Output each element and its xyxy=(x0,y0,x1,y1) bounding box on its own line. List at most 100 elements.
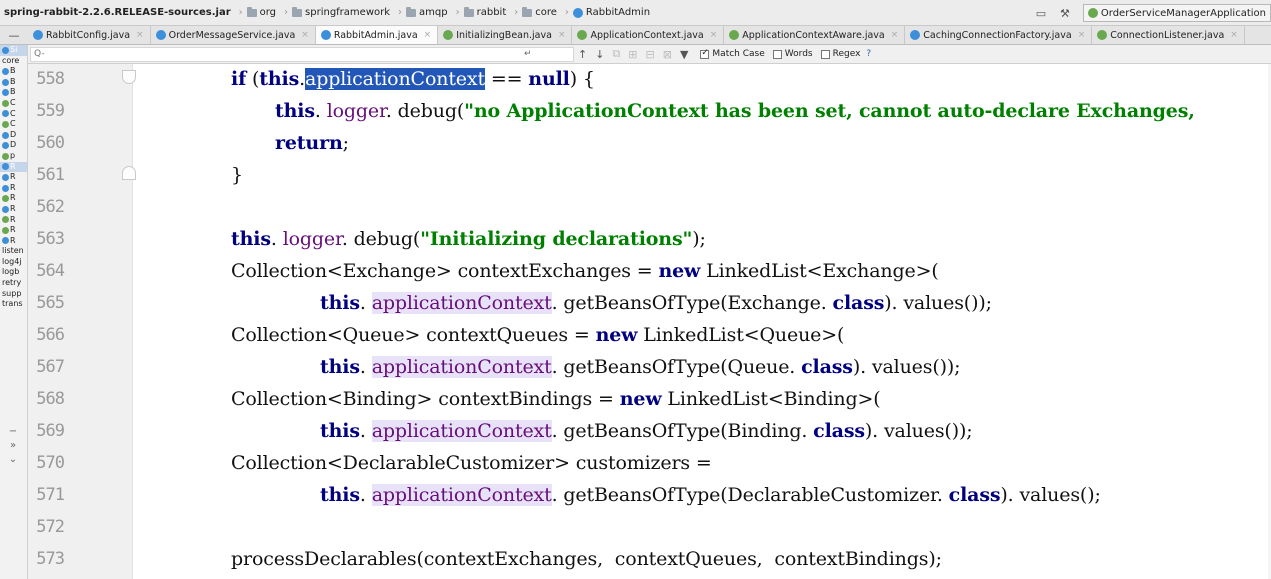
breadcrumb-core[interactable]: core xyxy=(522,6,557,18)
breadcrumb-springframework[interactable]: springframework xyxy=(292,6,390,18)
interface-icon xyxy=(2,195,9,203)
match-case-checkbox[interactable] xyxy=(700,48,710,59)
close-icon[interactable]: × xyxy=(891,30,899,40)
close-icon[interactable]: × xyxy=(1078,30,1086,40)
words-option[interactable]: Words xyxy=(772,49,813,59)
project-tree-item[interactable]: supp xyxy=(0,289,27,300)
chevron-down-icon[interactable]: ⌄ xyxy=(2,453,24,467)
project-tree-item[interactable]: listen xyxy=(0,246,27,257)
project-tree-item[interactable]: C xyxy=(0,119,27,130)
tab-list-menu-icon[interactable]: — xyxy=(0,26,28,44)
project-tree-item[interactable]: R xyxy=(0,161,27,173)
tab-applicationcontext[interactable]: ApplicationContext.java × xyxy=(572,26,725,44)
tab-connectionlistener[interactable]: ConnectionListener.java × xyxy=(1092,26,1245,44)
class-icon xyxy=(2,163,9,171)
project-tree-item[interactable]: B xyxy=(0,66,27,77)
code-line: Collection<DeclarableCustomizer> customi… xyxy=(231,447,712,479)
project-tree-item[interactable]: Si xyxy=(0,45,27,56)
select-all-occurrences-icon[interactable]: ⊠ xyxy=(663,48,672,61)
class-icon xyxy=(2,67,9,75)
tab-rabbitconfig[interactable]: RabbitConfig.java × xyxy=(28,26,151,44)
interface-icon xyxy=(2,99,9,107)
project-tree-item[interactable]: R xyxy=(0,204,27,215)
project-tree-label: D xyxy=(10,129,17,139)
regex-option[interactable]: Regex xyxy=(820,49,860,59)
project-tree-item[interactable]: D xyxy=(0,130,27,141)
code-text: Collection<Exchange> contextExchanges = xyxy=(231,260,659,282)
breadcrumb-rabbitadmin[interactable]: RabbitAdmin xyxy=(572,7,650,18)
tab-initializingbean[interactable]: InitializingBean.java × xyxy=(438,26,573,44)
search-input[interactable] xyxy=(34,49,524,59)
fold-marker-icon[interactable] xyxy=(122,166,136,180)
previous-occurrence-icon[interactable]: ↑ xyxy=(578,48,587,61)
close-icon[interactable]: × xyxy=(1230,30,1238,40)
line-number: 566 xyxy=(36,325,65,345)
project-tree-label: log4j xyxy=(2,256,22,266)
collapse-icon[interactable]: − xyxy=(2,425,24,439)
close-icon[interactable]: × xyxy=(301,30,309,40)
expand-more-icon[interactable]: » xyxy=(2,439,24,453)
code-text: LinkedList<Binding>( xyxy=(661,388,881,410)
tab-ordermessageservice[interactable]: OrderMessageService.java × xyxy=(151,26,316,44)
breadcrumb-org[interactable]: org xyxy=(246,6,276,18)
hammer-icon[interactable]: ⚒ xyxy=(1057,6,1073,20)
project-tree-item[interactable]: B xyxy=(0,87,27,98)
class-icon xyxy=(33,30,43,40)
project-tree-item[interactable]: C xyxy=(0,109,27,120)
project-tree-item[interactable]: C xyxy=(0,98,27,109)
project-tree-item[interactable]: p xyxy=(0,151,27,162)
keyword: this xyxy=(259,68,300,90)
layout-icon[interactable]: ▭ xyxy=(1033,6,1049,20)
keyword: return xyxy=(275,132,343,154)
close-icon[interactable]: × xyxy=(558,30,566,40)
remove-occurrence-icon[interactable]: ⊟ xyxy=(646,48,655,61)
close-icon[interactable]: × xyxy=(710,30,718,40)
next-occurrence-icon[interactable]: ↓ xyxy=(595,48,604,61)
project-tree-item[interactable]: D xyxy=(0,140,27,151)
search-field[interactable]: ↵ xyxy=(30,46,574,62)
add-occurrence-icon[interactable]: ⊞ xyxy=(628,48,637,61)
fold-marker-icon[interactable] xyxy=(122,70,136,84)
class-icon xyxy=(2,173,9,181)
regex-help-link[interactable]: ? xyxy=(866,49,871,59)
code-text: . xyxy=(359,356,372,378)
close-icon[interactable]: × xyxy=(424,30,432,40)
breadcrumb-rabbit[interactable]: rabbit xyxy=(463,6,506,18)
project-tree-item[interactable]: R xyxy=(0,215,27,226)
regex-checkbox[interactable] xyxy=(820,49,830,59)
run-configuration-select[interactable]: OrderServiceManagerApplication xyxy=(1082,4,1271,22)
breadcrumb-jar[interactable]: spring-rabbit-2.2.6.RELEASE-sources.jar xyxy=(4,7,231,18)
tab-label: InitializingBean.java xyxy=(456,29,552,41)
keyword: if xyxy=(231,68,247,90)
find-in-files-icon[interactable]: ⧉ xyxy=(612,47,620,61)
tab-rabbitadmin[interactable]: RabbitAdmin.java × xyxy=(315,26,439,44)
match-case-option[interactable]: Match Case xyxy=(700,48,765,59)
project-tree-item[interactable]: logb xyxy=(0,267,27,278)
project-tree-item[interactable]: R xyxy=(0,225,27,236)
project-tree-item[interactable]: retry xyxy=(0,278,27,289)
project-tree-label: trans xyxy=(2,299,23,309)
breadcrumb-amqp[interactable]: amqp xyxy=(406,6,448,18)
tab-applicationcontextaware[interactable]: ApplicationContextAware.java × xyxy=(724,26,906,44)
code-text: ; xyxy=(342,132,349,154)
project-tree-item[interactable]: core xyxy=(0,56,27,67)
code-text: == xyxy=(484,68,529,90)
code-line: this. applicationContext. getBeansOfType… xyxy=(320,287,992,319)
project-tree-item[interactable]: R xyxy=(0,183,27,194)
project-tree-item[interactable]: R xyxy=(0,193,27,204)
code-text: . debug( xyxy=(341,228,421,250)
line-number: 561 xyxy=(36,165,65,185)
words-checkbox[interactable] xyxy=(772,49,782,59)
tab-cachingconnectionfactory[interactable]: CachingConnectionFactory.java × xyxy=(905,26,1093,44)
project-tree-item[interactable]: log4j xyxy=(0,257,27,268)
project-tree-item[interactable]: R xyxy=(0,236,27,247)
project-tree-label: C xyxy=(10,97,16,107)
code-text: ). values(); xyxy=(1000,484,1101,506)
project-tree-item[interactable]: trans xyxy=(0,299,27,310)
close-icon[interactable]: × xyxy=(136,30,144,40)
code-text: . getBeansOfType(Queue. xyxy=(551,356,802,378)
project-tree-item[interactable]: B xyxy=(0,77,27,88)
code-editor[interactable]: 558 559 560 561 562 563 564 565 566 567 … xyxy=(28,64,1271,579)
filter-icon[interactable]: ▼ xyxy=(680,48,688,61)
project-tree-item[interactable]: R xyxy=(0,172,27,183)
